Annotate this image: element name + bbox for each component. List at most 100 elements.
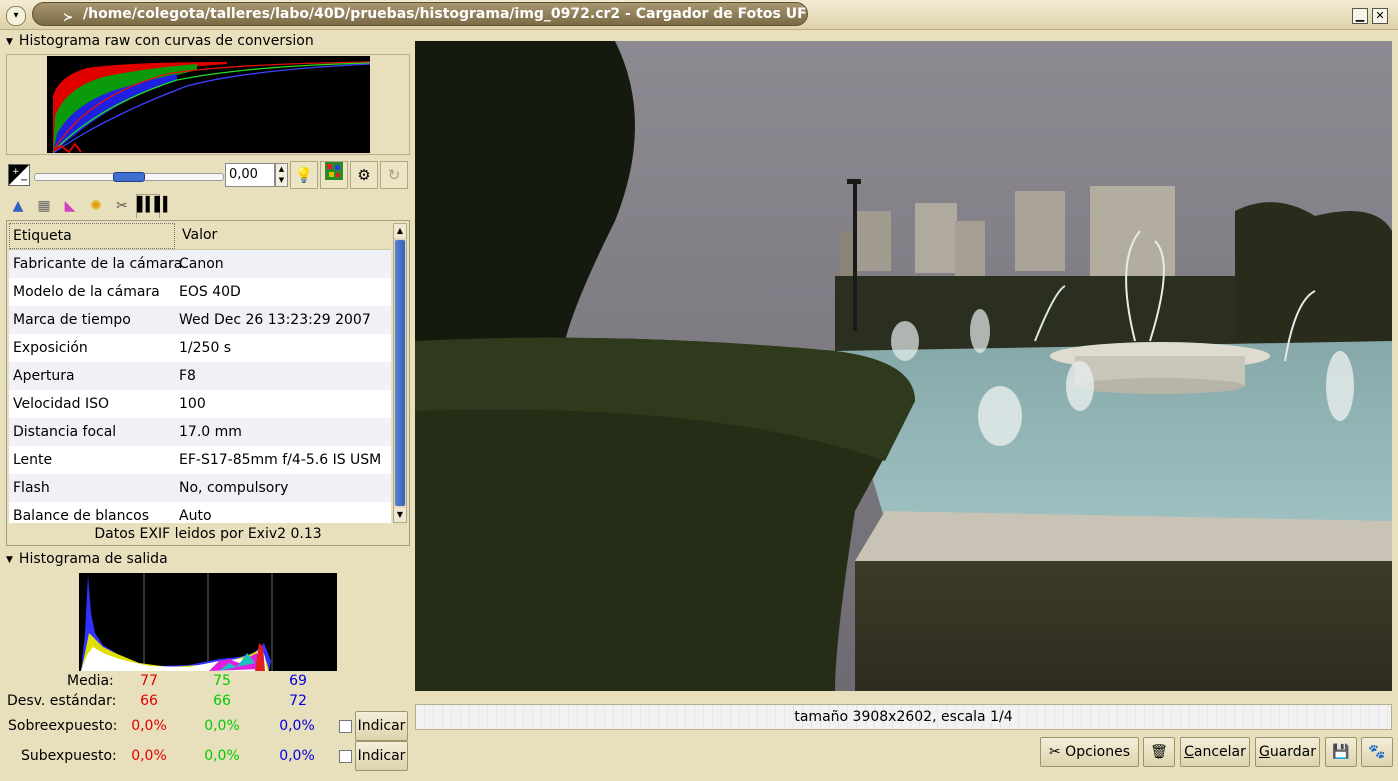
exif-value-cell: 1/250 s	[179, 340, 232, 356]
white-balance-icon: ▲	[12, 198, 24, 214]
media-red: 77	[140, 673, 158, 689]
preview-photo	[415, 41, 1392, 691]
exif-value-cell: F8	[179, 368, 196, 384]
table-row[interactable]: Modelo de la cámara EOS 40D	[9, 278, 391, 306]
column-header-value[interactable]: Valor	[175, 223, 391, 249]
scroll-down-icon[interactable]: ▼	[394, 508, 406, 522]
send-to-gimp-button[interactable]: 🐾	[1361, 737, 1393, 767]
expander-arrow-icon: ▼	[6, 555, 13, 565]
tab-color-management[interactable]: ◣	[58, 196, 82, 218]
under-label: Subexpuesto:	[21, 748, 117, 764]
gimp-icon: 🐾	[1368, 744, 1386, 760]
notebook-tabs: ▲ ▦ ◣ ✺ ✂ ▌▍▌▍	[6, 194, 410, 218]
indicate-overexposed-checkbox[interactable]	[339, 720, 352, 733]
delete-button[interactable]: 🗑	[1143, 737, 1175, 767]
options-button[interactable]: ✂ Opciones	[1040, 737, 1139, 767]
exif-value-cell: No, compulsory	[179, 480, 289, 496]
exif-tag-cell: Fabricante de la cámara	[13, 256, 183, 272]
clip-highlights-button[interactable]: ⚙	[350, 161, 378, 189]
exif-tag-cell: Apertura	[13, 368, 75, 384]
over-label: Sobreexpuesto:	[8, 718, 118, 734]
restore-detail-button[interactable]	[320, 161, 348, 189]
media-label: Media:	[67, 673, 114, 689]
exif-tag-cell: Marca de tiempo	[13, 312, 131, 328]
tab-white-balance[interactable]: ▲	[6, 196, 30, 218]
exif-tag-cell: Modelo de la cámara	[13, 284, 160, 300]
indicate-overexposed-button[interactable]: Indicar	[355, 711, 408, 741]
exif-tag-cell: Exposición	[13, 340, 88, 356]
image-preview[interactable]	[415, 41, 1392, 691]
stepper-down-icon[interactable]: ▼	[276, 175, 287, 186]
color-management-icon: ◣	[64, 198, 76, 214]
exif-footer: Datos EXIF leidos por Exiv2 0.13	[94, 526, 322, 542]
over-blue: 0,0%	[279, 718, 315, 734]
under-blue: 0,0%	[279, 748, 315, 764]
media-blue: 69	[289, 673, 307, 689]
exif-scrollbar[interactable]: ▲ ▼	[393, 223, 407, 523]
table-row[interactable]: Apertura F8	[9, 362, 391, 390]
stepper-up-icon[interactable]: ▲	[276, 164, 287, 175]
exif-value-cell: Canon	[179, 256, 224, 272]
exif-tag-cell: Velocidad ISO	[13, 396, 109, 412]
save-as-button[interactable]: 💾	[1325, 737, 1357, 767]
column-header-tag[interactable]: Etiqueta	[9, 223, 175, 249]
exif-tag-cell: Balance de blancos	[13, 508, 150, 523]
exif-value-cell: 17.0 mm	[179, 424, 242, 440]
exposure-row: + − 0,00 ▲ ▼ 💡 ⚙ ↻	[6, 160, 410, 192]
exposure-slider-handle[interactable]	[113, 172, 145, 182]
table-row[interactable]: Distancia focal 17.0 mm	[9, 418, 391, 446]
raw-histogram	[6, 54, 410, 155]
exif-header-row: Etiqueta Valor	[9, 223, 391, 250]
table-row[interactable]: Marca de tiempo Wed Dec 26 13:23:29 2007	[9, 306, 391, 334]
table-row[interactable]: Fabricante de la cámara Canon	[9, 250, 391, 278]
floppy-disk-icon: 💾	[1332, 744, 1350, 760]
raw-histogram-header[interactable]: ▼ Histograma raw con curvas de conversion	[6, 31, 314, 51]
exposure-icon: + −	[8, 164, 30, 186]
scroll-up-icon[interactable]: ▲	[394, 224, 406, 238]
close-icon[interactable]: ✕	[1372, 8, 1388, 24]
output-histogram	[79, 573, 337, 671]
scrollbar-thumb[interactable]	[395, 240, 405, 506]
window-menu-icon[interactable]: ▾	[6, 6, 26, 26]
reset-exposure-button[interactable]: ↻	[380, 161, 408, 189]
table-row[interactable]: Lente EF-S17-85mm f/4-5.6 IS USM	[9, 446, 391, 474]
output-histogram-graph	[79, 573, 337, 671]
raw-histogram-graph	[47, 56, 370, 153]
indicate-underexposed-checkbox[interactable]	[339, 750, 352, 763]
over-green: 0,0%	[204, 718, 240, 734]
table-row[interactable]: Exposición 1/250 s	[9, 334, 391, 362]
exposure-input[interactable]: 0,00	[225, 163, 275, 187]
grayscale-icon: ▦	[37, 198, 51, 214]
table-row[interactable]: Flash No, compulsory	[9, 474, 391, 502]
indicate-underexposed-button[interactable]: Indicar	[355, 741, 408, 771]
exif-tag-cell: Distancia focal	[13, 424, 117, 440]
title-bar: ▾ ≻ /home/colegota/talleres/labo/40D/pru…	[0, 0, 1398, 30]
minimize-icon[interactable]: ▁	[1352, 8, 1368, 24]
gears-icon: ⚙	[357, 166, 371, 184]
barcode-icon: ▌▍▌▍	[137, 197, 174, 213]
svg-text:+: +	[12, 167, 20, 177]
sun-icon: ✺	[90, 198, 102, 214]
exif-tag-cell: Flash	[13, 480, 50, 496]
desv-red: 66	[140, 693, 158, 709]
media-green: 75	[213, 673, 231, 689]
save-button[interactable]: Guardar	[1255, 737, 1320, 767]
tab-corrections[interactable]: ✺	[84, 196, 108, 218]
tools-icon: ✂	[1048, 744, 1061, 760]
tab-grayscale[interactable]: ▦	[32, 196, 56, 218]
desv-green: 66	[213, 693, 231, 709]
table-row[interactable]: Velocidad ISO 100	[9, 390, 391, 418]
exposure-stepper[interactable]: ▲ ▼	[275, 163, 288, 187]
expander-arrow-icon: ▼	[6, 37, 13, 47]
cancel-button[interactable]: Cancelar	[1180, 737, 1250, 767]
exif-value-cell: EOS 40D	[179, 284, 241, 300]
tab-crop-rotate[interactable]: ✂	[110, 196, 134, 218]
table-row[interactable]: Balance de blancos Auto	[9, 502, 391, 523]
exif-tag-cell: Lente	[13, 452, 53, 468]
tab-exif[interactable]: ▌▍▌▍	[136, 194, 174, 218]
output-histogram-header[interactable]: ▼ Histograma de salida	[6, 549, 168, 569]
crop-icon: ✂	[116, 198, 128, 214]
auto-exposure-bulb-button[interactable]: 💡	[290, 161, 318, 189]
reset-icon: ↻	[387, 166, 401, 184]
exif-value-cell: Wed Dec 26 13:23:29 2007	[179, 312, 371, 328]
